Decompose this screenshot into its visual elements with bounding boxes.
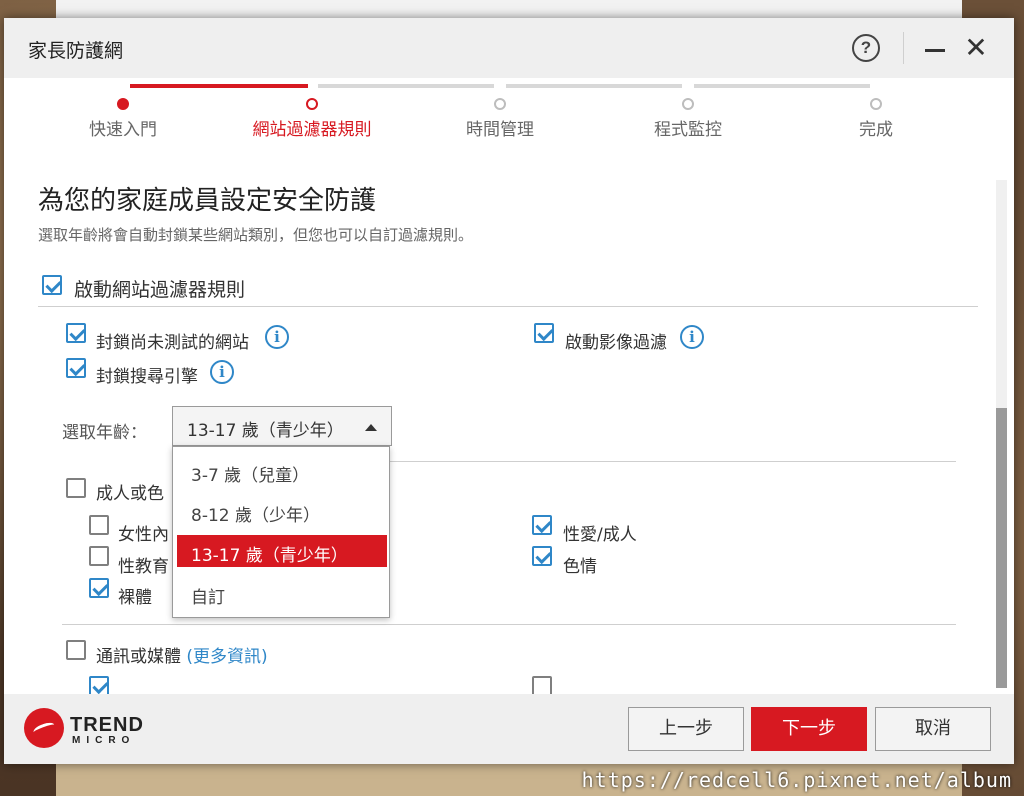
nudity-checkbox[interactable] [89,578,109,598]
step-dot-1 [117,98,129,110]
sex-adult-label: 性愛/成人 [563,525,637,545]
block-search-label: 封鎖搜尋引擎 [96,367,198,387]
help-icon[interactable]: ? [852,34,880,62]
step-line-1 [130,84,308,88]
partial-row-checkbox-2[interactable] [532,676,552,696]
back-button[interactable]: 上一步 [628,707,744,751]
porn-checkbox[interactable] [532,546,552,566]
trend-micro-logo-icon [24,708,64,748]
step-dot-3 [494,98,506,110]
age-option-8-12[interactable]: 8-12 歲（少年） [177,495,387,527]
lingerie-checkbox[interactable] [89,515,109,535]
media-category-label: 通訊或媒體 (更多資訊) [96,642,268,667]
scrollbar-thumb[interactable] [996,408,1007,688]
age-dropdown-list: 3-7 歲（兒童） 8-12 歲（少年） 13-17 歲（青少年） 自訂 [172,446,390,618]
info-icon[interactable]: i [265,325,289,349]
step-dot-4 [682,98,694,110]
sex-adult-checkbox[interactable] [532,515,552,535]
caret-up-icon [365,424,377,431]
close-button[interactable]: ✕ [962,34,990,62]
nudity-label: 裸體 [118,588,152,608]
page-heading: 為您的家庭成員設定安全防護 [38,186,377,216]
logo-text-trend: TREND [70,714,144,736]
step-line-2 [318,84,494,88]
sex-education-label: 性教育 [118,557,169,577]
step-dot-2 [306,98,318,110]
adult-category-checkbox[interactable] [66,478,86,498]
partial-row-checkbox[interactable] [89,676,109,696]
page-subheading: 選取年齡將會自動封鎖某些網站類別，但您也可以自訂過濾規則。 [38,226,474,244]
step-dot-5 [870,98,882,110]
info-icon[interactable]: i [210,360,234,384]
more-info-link[interactable]: (更多資訊) [186,647,267,667]
step-line-4 [694,84,870,88]
image-filter-checkbox[interactable] [534,323,554,343]
block-search-checkbox[interactable] [66,358,86,378]
cancel-button[interactable]: 取消 [875,707,991,751]
divider-bottom [62,624,956,625]
block-untested-checkbox[interactable] [66,323,86,343]
age-option-13-17[interactable]: 13-17 歲（青少年） [177,535,387,567]
step-label-2: 網站過濾器規則 [252,120,372,140]
window-title: 家長防護網 [28,40,124,62]
block-untested-label: 封鎖尚未測試的網站 [96,333,249,353]
divider-top [38,306,978,307]
step-label-5: 完成 [859,120,893,140]
watermark-text: https://redcell6.pixnet.net/album [581,768,1012,792]
image-filter-label: 啟動影像過濾 [565,333,667,353]
age-select[interactable]: 13-17 歲（青少年） [172,406,392,446]
lingerie-label: 女性內 [118,525,169,545]
age-option-custom[interactable]: 自訂 [177,577,387,609]
background-window-edge [56,0,962,18]
sex-education-checkbox[interactable] [89,546,109,566]
age-select-value: 13-17 歲（青少年） [187,421,344,441]
logo-text-micro: MICRO [72,735,136,746]
age-option-3-7[interactable]: 3-7 歲（兒童） [177,455,387,487]
title-separator [903,32,904,64]
step-label-1: 快速入門 [89,120,157,140]
age-label: 選取年齡： [62,423,147,443]
info-icon[interactable]: i [680,325,704,349]
next-button[interactable]: 下一步 [751,707,867,751]
title-bar: 家長防護網 ? ✕ [4,18,1014,78]
porn-label: 色情 [563,557,597,577]
minimize-button[interactable] [922,34,948,62]
adult-category-label: 成人或色 [96,484,164,504]
step-label-3: 時間管理 [466,120,534,140]
media-category-text: 通訊或媒體 [96,647,181,667]
media-category-checkbox[interactable] [66,640,86,660]
step-label-4: 程式監控 [654,120,722,140]
enable-filter-checkbox[interactable] [42,275,62,295]
step-line-3 [506,84,682,88]
divider-mid [390,461,956,462]
enable-filter-label: 啟動網站過濾器規則 [74,279,246,301]
